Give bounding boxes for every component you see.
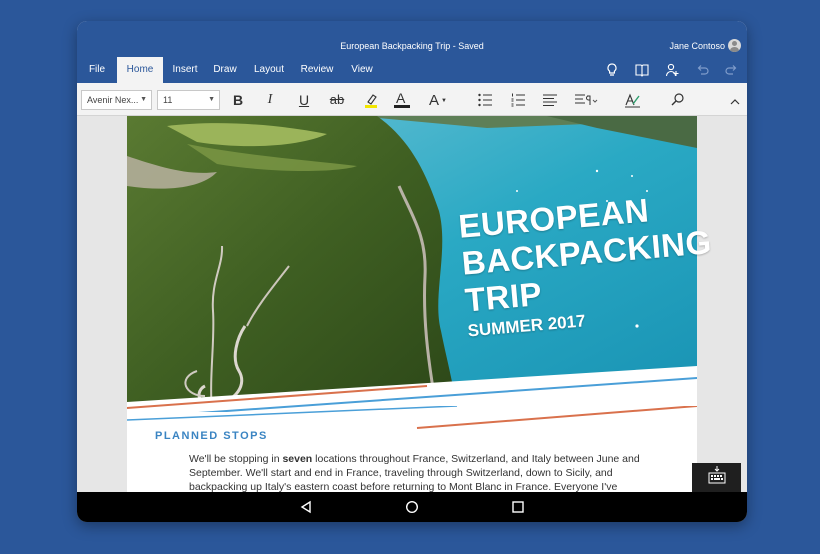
tab-review[interactable]: Review [297, 57, 337, 83]
font-name-value: Avenir Nex... [87, 95, 139, 105]
home-ribbon-toolbar: Avenir Nex... ▼ 11 ▼ B I U ab A A ▼ [77, 83, 747, 116]
chevron-down-icon: ▼ [441, 98, 447, 105]
bullet-list-icon [478, 93, 492, 107]
user-name[interactable]: Jane Contoso [669, 41, 725, 51]
recents-square-icon[interactable] [511, 500, 525, 514]
share-person-icon[interactable] [664, 62, 680, 78]
styles-button[interactable] [622, 90, 644, 110]
title-bar: European Backpacking Trip - Saved Jane C… [77, 21, 747, 57]
bullets-button[interactable] [474, 90, 496, 110]
document-title: European Backpacking Trip - Saved [340, 41, 484, 51]
undo-icon[interactable] [694, 62, 710, 78]
lightbulb-icon[interactable] [604, 62, 620, 78]
paragraph-options-button[interactable] [572, 90, 600, 110]
home-circle-icon[interactable] [405, 500, 419, 514]
font-style-letter: A [429, 92, 440, 109]
font-size-combo[interactable]: 11 ▼ [157, 90, 220, 110]
italic-button[interactable]: I [259, 90, 281, 110]
tablet-frame: European Backpacking Trip - Saved Jane C… [77, 21, 747, 522]
bold-button[interactable]: B [227, 90, 249, 110]
document-page[interactable]: EUROPEAN BACKPACKING TRIP SUMMER 2017 PL… [127, 116, 713, 492]
font-name-combo[interactable]: Avenir Nex... ▼ [81, 90, 152, 110]
section-heading[interactable]: PLANNED STOPS [155, 430, 268, 442]
chevron-up-icon [730, 99, 740, 105]
underline-button[interactable]: U [293, 90, 315, 110]
align-button[interactable] [539, 90, 561, 110]
book-icon[interactable] [634, 62, 650, 78]
paragraph-mark-icon [575, 94, 598, 105]
paragraph-bold-word: seven [282, 453, 313, 465]
highlighter-icon [365, 94, 377, 108]
paragraph-text-start: We'll be stopping in [189, 453, 283, 465]
redo-icon[interactable] [724, 62, 740, 78]
font-style-button[interactable]: A ▼ [424, 90, 452, 110]
align-left-icon [543, 94, 557, 106]
tab-draw[interactable]: Draw [209, 57, 241, 83]
tab-layout[interactable]: Layout [249, 57, 289, 83]
avatar[interactable] [728, 39, 741, 52]
strikethrough-button[interactable]: ab [326, 90, 348, 110]
tab-insert[interactable]: Insert [167, 57, 203, 83]
keyboard-icon [708, 466, 726, 484]
ribbon-tab-bar: File Home Insert Draw Layout Review View [77, 57, 747, 84]
search-icon [671, 93, 684, 106]
chevron-down-icon: ▼ [140, 96, 147, 103]
highlight-button[interactable] [360, 90, 382, 110]
back-icon[interactable] [299, 500, 313, 514]
font-color-button[interactable]: A [391, 90, 413, 110]
numbered-list-icon [511, 93, 525, 107]
font-color-bar [394, 105, 410, 108]
collapse-ribbon-button[interactable] [724, 90, 746, 110]
numbering-button[interactable] [507, 90, 529, 110]
tab-home[interactable]: Home [117, 57, 163, 84]
search-button[interactable] [667, 90, 689, 110]
chevron-down-icon: ▼ [208, 96, 215, 103]
keyboard-toggle-button[interactable] [692, 463, 741, 492]
tab-file[interactable]: File [83, 57, 111, 83]
document-canvas[interactable]: EUROPEAN BACKPACKING TRIP SUMMER 2017 PL… [77, 116, 747, 492]
body-paragraph[interactable]: We'll be stopping in seven locations thr… [189, 452, 665, 492]
styles-pen-icon [625, 93, 640, 108]
android-nav-bar [77, 492, 747, 522]
cover-title: EUROPEAN BACKPACKING TRIP SUMMER 2017 [457, 186, 718, 342]
tab-view[interactable]: View [345, 57, 379, 83]
font-size-value: 11 [163, 95, 173, 105]
